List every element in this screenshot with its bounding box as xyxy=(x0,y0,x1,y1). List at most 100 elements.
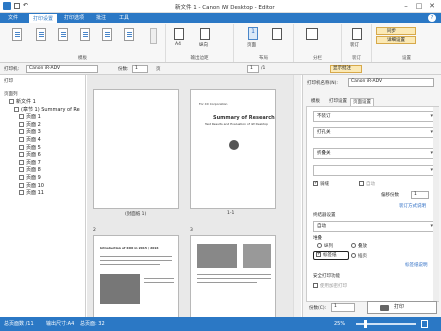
tree-item[interactable]: 页面 2 xyxy=(19,121,41,128)
binding-select[interactable]: 不装订 xyxy=(313,111,436,122)
tree-item[interactable]: 页面 4 xyxy=(19,137,41,143)
template-thumb-2[interactable] xyxy=(36,28,46,41)
page-caption-cover: (封面纸 1) xyxy=(125,212,147,217)
page-caption-1: 1-1 xyxy=(227,211,235,216)
page-icon xyxy=(19,190,24,196)
menu-tab-print-settings[interactable]: 打印设置 xyxy=(28,13,59,23)
copies-input[interactable]: 1 xyxy=(132,65,148,73)
tree-item[interactable]: 页面 10 xyxy=(19,182,44,189)
tree-item[interactable]: 页面 5 xyxy=(19,144,41,151)
tab-paper-help-link[interactable]: 标签纸说明 xyxy=(405,262,428,268)
template-thumb-3[interactable] xyxy=(58,28,68,41)
ribbon-group-columns: 分栏 xyxy=(294,24,342,62)
final-copies-input[interactable]: 1 xyxy=(331,303,355,312)
printer-name-select[interactable]: Canon iR-ADV xyxy=(348,78,434,87)
sync-button[interactable]: 同步 xyxy=(376,27,416,35)
template-thumb-1[interactable] xyxy=(12,28,22,41)
extra-select[interactable] xyxy=(313,165,436,176)
binding-help-link[interactable]: 装订方式说明 xyxy=(399,203,426,209)
fit-page-icon[interactable] xyxy=(421,320,428,328)
auto-checkbox[interactable]: 自动 xyxy=(359,181,375,187)
final-copies-label: 份数(C): xyxy=(309,306,327,311)
tree-item[interactable]: (章节 1) Summary of Re xyxy=(14,106,80,113)
tree-item-label: 新文件 1 xyxy=(16,99,36,105)
tree-item-label: 页面 2 xyxy=(26,121,41,128)
preview-scrollbar[interactable] xyxy=(293,75,301,317)
copies-icon[interactable]: 1 xyxy=(248,27,258,40)
print-toolbar: 打印机: Canon iR-ADV 份数: 1 页 1 /1 显示批注 xyxy=(0,63,441,75)
tab-paper-checkbox[interactable]: 标签纸 xyxy=(313,251,349,260)
saddle-checkbox-label: 骑缝 xyxy=(320,182,329,187)
menu-tab-annotation[interactable]: 批注 xyxy=(92,13,110,23)
orientation-label[interactable]: 纵向 xyxy=(199,42,208,48)
layout-icon[interactable] xyxy=(272,28,282,40)
binding-label[interactable]: 装订 xyxy=(350,42,359,48)
saddle-checkbox[interactable]: 骑缝 xyxy=(313,180,329,187)
radio-column[interactable]: 纵列 xyxy=(317,243,333,249)
offset-label: 偏移份数 xyxy=(381,193,399,198)
page-icon xyxy=(19,152,24,158)
page-index-input[interactable]: 1 xyxy=(247,65,259,73)
preview-page-3[interactable] xyxy=(190,235,276,321)
template-thumb-5[interactable] xyxy=(102,28,112,41)
page-icon xyxy=(19,144,24,150)
tree-item-label: 页面 5 xyxy=(26,144,41,151)
tree-item[interactable]: 新文件 1 xyxy=(9,99,36,105)
tree-item[interactable]: 页面 11 xyxy=(19,190,44,196)
orientation-icon[interactable] xyxy=(200,28,210,40)
help-icon[interactable]: ? xyxy=(428,14,436,22)
tab-template[interactable]: 模板 xyxy=(309,98,322,106)
preview-page-cover[interactable] xyxy=(93,89,179,209)
page-title-text: Summary of Research xyxy=(213,115,275,121)
zoom-slider-thumb[interactable] xyxy=(364,320,367,328)
maximize-button[interactable]: □ xyxy=(414,2,424,11)
offset-input[interactable]: 1 xyxy=(411,191,429,199)
tree-item[interactable]: 页面 6 xyxy=(19,152,41,158)
tree-item[interactable]: 页面 8 xyxy=(19,167,41,173)
tree-item-label: 页面 7 xyxy=(26,159,41,166)
quick-save-icon[interactable] xyxy=(14,3,20,9)
tab-print-settings[interactable]: 打印设置 xyxy=(327,98,349,106)
detail-settings-label: 详细设置 xyxy=(387,38,405,43)
show-annotation-button[interactable]: 显示批注 xyxy=(330,65,362,73)
minimize-button[interactable]: – xyxy=(401,2,411,11)
printer-select[interactable]: Canon iR-ADV xyxy=(26,65,98,73)
collate-label[interactable]: 页面 xyxy=(247,42,256,48)
finisher-select[interactable]: 自动 xyxy=(313,221,436,232)
tab-page-settings[interactable]: 页面设置 xyxy=(350,98,374,106)
page-total: /1 xyxy=(261,66,266,71)
template-scroll-icon[interactable] xyxy=(150,28,157,44)
punch-select[interactable]: 打孔关 xyxy=(313,127,436,138)
radio-stack[interactable]: 叠放 xyxy=(351,243,367,249)
preview-page-1[interactable]: For XX Corporation Summary of Research T… xyxy=(190,89,276,209)
template-thumb-4[interactable] xyxy=(80,28,90,41)
preview-page-2[interactable]: Introduction of XXX in 2015 / 2016 xyxy=(93,235,179,321)
paper-size-label[interactable]: A4 xyxy=(175,42,181,47)
secure-print-checkbox[interactable]: 使用加密打印 xyxy=(313,283,347,289)
ribbon-group-label: 输出边距 xyxy=(190,56,209,61)
staple-icon[interactable] xyxy=(352,28,362,40)
page-icon xyxy=(19,167,24,173)
settings-scrollbar[interactable] xyxy=(433,107,439,301)
radio-insert[interactable]: 插页 xyxy=(351,253,367,259)
quick-undo-icon[interactable]: ↶ xyxy=(23,2,28,9)
menu-tab-tools[interactable]: 工具 xyxy=(115,13,133,23)
tree-item[interactable]: 页面 9 xyxy=(19,175,41,181)
print-button[interactable]: 打印 xyxy=(367,301,437,314)
page-photo-image xyxy=(100,274,140,304)
menu-tab-file[interactable]: 文件 xyxy=(4,13,22,23)
paper-size-icon[interactable] xyxy=(174,28,184,40)
tree-item[interactable]: 页面 1 xyxy=(19,114,41,120)
template-thumb-6[interactable] xyxy=(124,28,134,41)
stack-label: 堆叠 xyxy=(313,236,322,241)
tree-item-label: 页面 1 xyxy=(26,114,41,121)
detail-settings-button[interactable]: 详细设置 xyxy=(376,36,416,44)
ribbon-group-template: 模板 xyxy=(0,24,166,62)
tree-item[interactable]: 页面 3 xyxy=(19,129,41,135)
double-side-icon[interactable] xyxy=(306,28,318,40)
fold-select[interactable]: 折叠关 xyxy=(313,148,436,159)
close-button[interactable]: ✕ xyxy=(427,2,437,11)
menu-tab-print-options[interactable]: 打印选项 xyxy=(60,13,88,23)
tree-item[interactable]: 页面 7 xyxy=(19,159,41,166)
app-icon xyxy=(3,2,11,10)
